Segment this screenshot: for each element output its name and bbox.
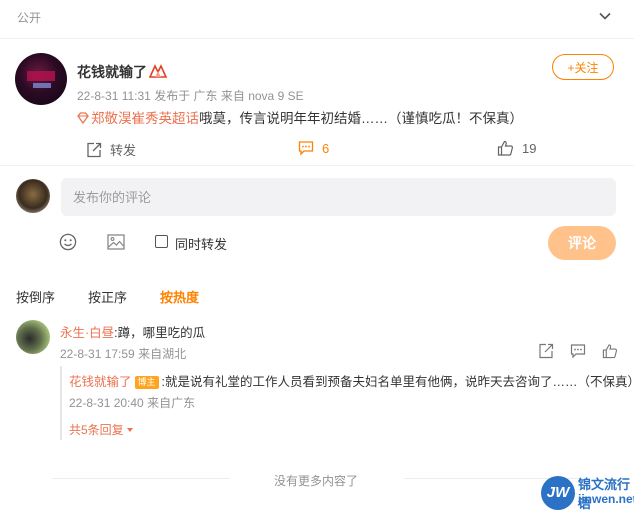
more-replies-label: 共5条回复 [69, 423, 124, 437]
my-avatar [16, 179, 50, 213]
sort-reverse-tab[interactable]: 按倒序 [16, 287, 55, 306]
comment-icon [298, 141, 314, 156]
reply-author-name[interactable]: 花钱就输了 [69, 375, 132, 389]
vip-badge-icon [149, 64, 167, 78]
comment-time: 22-8-31 17:59 [60, 347, 135, 361]
divider [0, 165, 634, 166]
comment-input[interactable] [61, 178, 616, 216]
post-meta: 22-8-31 11:31 发布于 广东 来自 nova 9 SE [77, 87, 304, 104]
comment-button[interactable]: 6 [298, 140, 329, 156]
post-location: 发布于 广东 [154, 89, 218, 103]
also-repost-checkbox[interactable] [155, 235, 168, 248]
divider [0, 38, 634, 39]
comment-meta: 22-8-31 17:59 来自湖北 [60, 345, 186, 362]
reply-text: 花钱就输了 博主:就是说有礼堂的工作人员看到预备夫妇名单里有他俩，说昨天去咨询了…… [69, 371, 634, 390]
watermark-logo: JW [541, 476, 575, 510]
commenter-name[interactable]: 永生·白昼 [60, 326, 114, 340]
author-avatar[interactable] [15, 53, 67, 105]
commenter-avatar[interactable] [16, 320, 50, 354]
also-repost-label[interactable]: 同时转发 [175, 234, 227, 253]
more-replies-link[interactable]: 共5条回复 [69, 421, 133, 438]
author-name[interactable]: 花钱就输了 [77, 62, 147, 82]
author-badge: 博主 [134, 376, 159, 389]
reply-meta: 22-8-31 20:40 来自广东 [69, 394, 195, 411]
comment-location: 来自湖北 [138, 347, 187, 361]
post-time[interactable]: 22-8-31 11:31 [77, 89, 151, 103]
sort-hot-tab[interactable]: 按热度 [160, 287, 199, 306]
submit-comment-button[interactable]: 评论 [548, 226, 616, 260]
thumbs-up-icon[interactable] [602, 343, 618, 359]
comment-text: 永生·白昼:蹲，哪里吃的瓜 [60, 322, 205, 341]
emoji-icon[interactable] [59, 233, 77, 251]
diamond-icon [77, 112, 89, 124]
divider [52, 478, 230, 479]
reply-time: 22-8-31 20:40 [69, 396, 144, 410]
post-body: 郑敬淏崔秀英超话哦莫，传言说明年年初结婚……（谨慎吃瓜！不保真） [77, 107, 523, 127]
chevron-down-icon[interactable] [598, 9, 612, 23]
visibility-label: 公开 [17, 11, 42, 25]
reply-body: :就是说有礼堂的工作人员看到预备夫妇名单里有他俩，说昨天去咨询了……（不保真） [161, 375, 634, 389]
sort-forward-tab[interactable]: 按正序 [88, 287, 127, 306]
watermark-url: jinwen.net [578, 492, 634, 506]
post-text: 哦莫，传言说明年年初结婚……（谨慎吃瓜！不保真） [199, 111, 523, 126]
repost-label: 转发 [110, 143, 137, 158]
image-icon[interactable] [107, 234, 125, 250]
like-count: 19 [522, 140, 537, 156]
end-of-list-text: 没有更多内容了 [274, 474, 359, 488]
comment-body: :蹲，哪里吃的瓜 [114, 326, 206, 340]
caret-down-icon [126, 428, 133, 432]
like-button[interactable]: 19 [497, 140, 536, 156]
follow-button[interactable]: +关注 [552, 54, 614, 80]
reply-location: 来自广东 [147, 396, 196, 410]
repost-button[interactable]: 转发 [86, 140, 136, 159]
comment-count: 6 [322, 140, 330, 156]
post-source: 来自 nova 9 SE [220, 89, 304, 103]
reply-icon[interactable] [570, 343, 586, 359]
topic-link[interactable]: 郑敬淏崔秀英超话 [91, 111, 199, 126]
repost-icon [87, 142, 102, 157]
thumbs-up-icon [497, 140, 513, 156]
share-icon[interactable] [538, 343, 554, 359]
